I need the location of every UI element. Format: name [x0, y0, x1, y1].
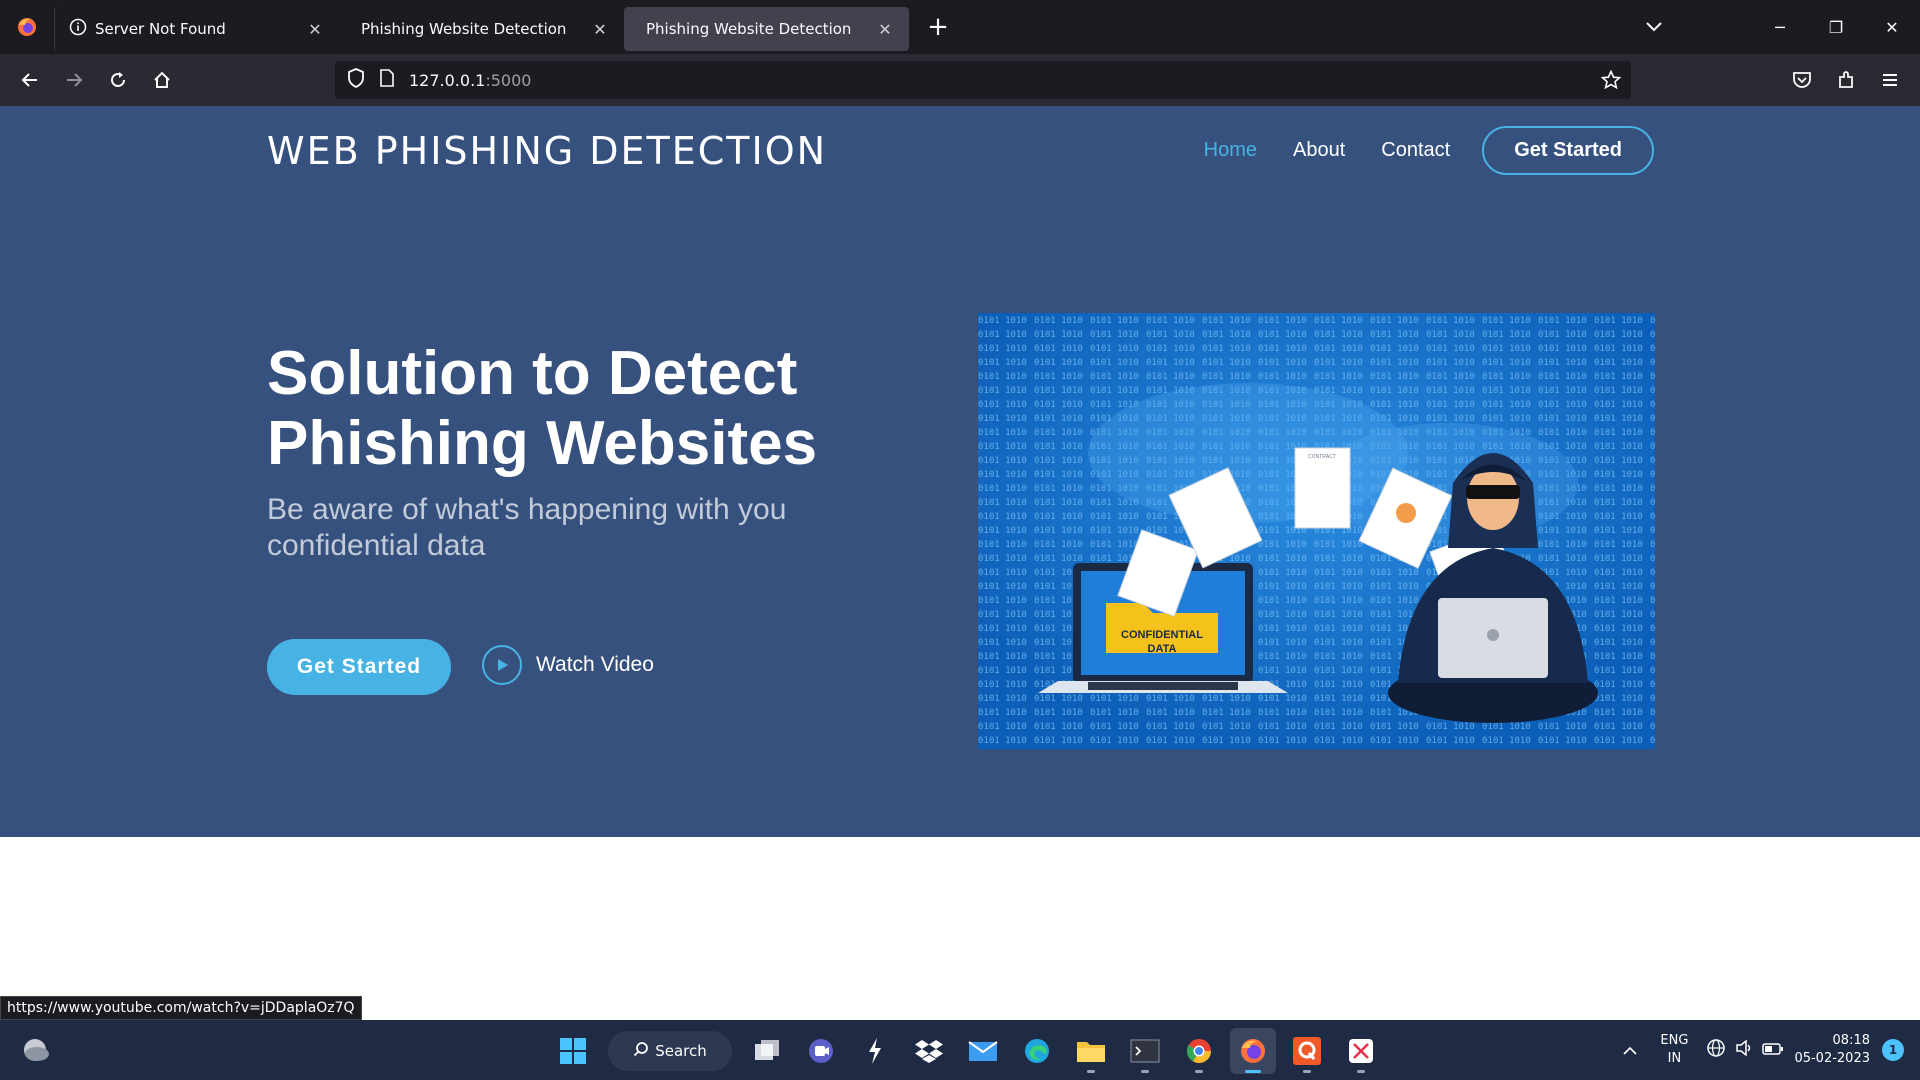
tab-title: Phishing Website Detection: [646, 20, 852, 38]
snipping-tool-icon[interactable]: [1338, 1028, 1384, 1074]
svg-text:CONTRACT: CONTRACT: [1308, 454, 1336, 460]
status-link-preview: https://www.youtube.com/watch?v=jDDaplaO…: [0, 996, 362, 1020]
edge-browser-icon[interactable]: [1014, 1028, 1060, 1074]
chevron-up-icon[interactable]: [1622, 1041, 1638, 1060]
close-window-icon[interactable]: ✕: [1864, 18, 1920, 37]
system-tray: ENG IN 08:18 05-02-2023 1: [1622, 1020, 1920, 1080]
battery-icon[interactable]: [1762, 1041, 1784, 1060]
watch-video-label: Watch Video: [536, 653, 654, 676]
url-bar[interactable]: 127.0.0.1:5000: [335, 61, 1631, 99]
task-view-icon[interactable]: [744, 1028, 790, 1074]
new-tab-button[interactable]: +: [923, 12, 953, 42]
weather-icon[interactable]: [20, 1036, 50, 1068]
running-indicator: [1357, 1070, 1365, 1073]
site-nav: Home About Contact Get Started: [1204, 126, 1654, 175]
site-logo[interactable]: WEB PHISHING DETECTION: [267, 129, 827, 173]
nav-about-link[interactable]: About: [1293, 139, 1345, 162]
search-icon: [633, 1041, 649, 1061]
running-indicator: [1195, 1070, 1203, 1073]
clock[interactable]: 08:18 05-02-2023: [1794, 1032, 1870, 1068]
clock-date: 05-02-2023: [1794, 1051, 1870, 1066]
taskbar-search[interactable]: Search: [608, 1031, 732, 1071]
taskbar: Search ENG IN 08:18 05-02-2023 1: [0, 1020, 1920, 1080]
teams-chat-icon[interactable]: [798, 1028, 844, 1074]
language-code: ENG: [1660, 1033, 1689, 1048]
nav-get-started-button[interactable]: Get Started: [1482, 126, 1654, 175]
home-icon[interactable]: [140, 58, 184, 102]
lightning-app-icon[interactable]: [852, 1028, 898, 1074]
hero-title: Solution to Detect Phishing Websites: [267, 339, 818, 478]
q-app-icon[interactable]: [1284, 1028, 1330, 1074]
restore-window-icon[interactable]: ❐: [1808, 18, 1864, 37]
minimize-window-icon[interactable]: ─: [1752, 18, 1808, 37]
watch-video-link[interactable]: Watch Video: [482, 645, 654, 685]
file-explorer-icon[interactable]: [1068, 1028, 1114, 1074]
reload-icon[interactable]: [96, 58, 140, 102]
running-indicator: [1087, 1070, 1095, 1073]
network-globe-icon[interactable]: [1706, 1038, 1726, 1062]
info-icon: [69, 18, 87, 40]
hero-subtitle: Be aware of what's happening with you co…: [267, 493, 787, 562]
running-indicator: [1245, 1070, 1261, 1073]
shield-icon[interactable]: [347, 68, 365, 92]
back-arrow-icon[interactable]: [8, 58, 52, 102]
running-indicator: [1303, 1070, 1311, 1073]
url-host: 127.0.0.1: [409, 70, 486, 90]
volume-icon[interactable]: [1734, 1038, 1754, 1062]
close-tab-icon[interactable]: ✕: [875, 20, 895, 39]
start-windows-icon[interactable]: [550, 1028, 596, 1074]
firefox-taskbar-icon[interactable]: [1230, 1028, 1276, 1074]
close-tab-icon[interactable]: ✕: [590, 20, 610, 39]
pocket-icon[interactable]: [1780, 58, 1824, 102]
notification-badge[interactable]: 1: [1882, 1039, 1904, 1061]
region-code: IN: [1667, 1051, 1682, 1066]
tab-title: Server Not Found: [95, 20, 226, 38]
hero-illustration: 0101 1010 CONFIDENTIAL DATA: [978, 313, 1655, 749]
svg-text:CONFIDENTIAL: CONFIDENTIAL: [1121, 629, 1203, 641]
nav-contact-link[interactable]: Contact: [1381, 139, 1450, 162]
nav-home-link[interactable]: Home: [1204, 139, 1257, 162]
hero-section: WEB PHISHING DETECTION Home About Contac…: [0, 106, 1920, 837]
list-all-tabs-icon[interactable]: [1626, 18, 1682, 37]
language-indicator[interactable]: ENG IN: [1660, 1032, 1688, 1068]
tab-phishing-detection-active[interactable]: Phishing Website Detection ✕: [624, 7, 909, 51]
close-tab-icon[interactable]: ✕: [305, 20, 325, 39]
browser-tabbar: Server Not Found ✕ Phishing Website Dete…: [0, 0, 1920, 54]
bookmark-star-icon[interactable]: [1600, 69, 1622, 94]
tab-phishing-detection[interactable]: Phishing Website Detection ✕: [339, 7, 624, 51]
tab-server-not-found[interactable]: Server Not Found ✕: [54, 7, 339, 51]
tab-title: Phishing Website Detection: [361, 20, 567, 38]
dropbox-icon[interactable]: [906, 1028, 952, 1074]
svg-text:DATA: DATA: [1148, 643, 1177, 655]
terminal-icon[interactable]: [1122, 1028, 1168, 1074]
url-port: :5000: [485, 70, 532, 90]
play-icon: [482, 645, 522, 685]
page-icon[interactable]: [379, 69, 395, 91]
browser-navbar: 127.0.0.1:5000: [0, 54, 1920, 106]
chrome-icon[interactable]: [1176, 1028, 1222, 1074]
extensions-icon[interactable]: [1824, 58, 1868, 102]
forward-arrow-icon[interactable]: [52, 58, 96, 102]
mail-icon[interactable]: [960, 1028, 1006, 1074]
firefox-menu-icon[interactable]: [0, 0, 54, 54]
clock-time: 08:18: [1832, 1033, 1870, 1048]
search-label: Search: [655, 1042, 707, 1060]
app-menu-icon[interactable]: [1868, 58, 1912, 102]
running-indicator: [1141, 1070, 1149, 1073]
get-started-button[interactable]: Get Started: [267, 639, 451, 695]
